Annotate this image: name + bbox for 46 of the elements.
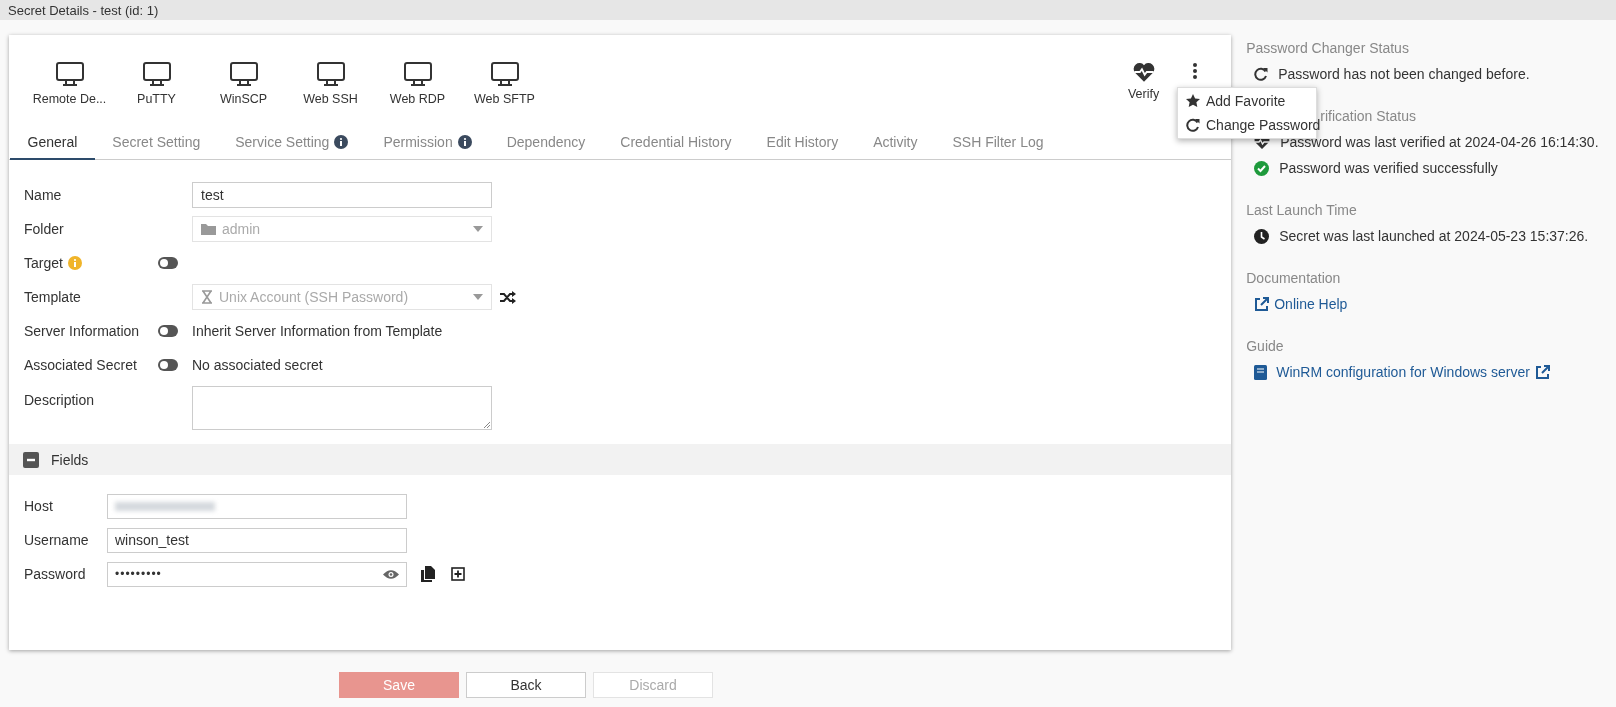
tab[interactable]: Edit History [749, 127, 856, 160]
toggle-description: Inherit Server Information from Template [192, 323, 443, 339]
section-title: Fields [51, 451, 89, 468]
launcher-button[interactable]: Web SFTP [461, 61, 548, 107]
field-label: Description [24, 392, 95, 408]
menu-item[interactable]: Add Favorite [1178, 89, 1316, 113]
field-label: Target [24, 255, 63, 271]
tab[interactable]: Dependency [489, 127, 603, 160]
field-label: Username [24, 532, 90, 548]
tab[interactable]: Credential History [602, 127, 750, 160]
status-text: Password was verified successfully [1279, 160, 1498, 176]
sidebar-heading: Password Changer Status [1246, 40, 1410, 56]
sidebar-heading: Documentation [1246, 270, 1342, 286]
field-label: Name [24, 187, 62, 203]
status-text: Password was last verified at 2024-04-26 16:14:30. [1280, 134, 1599, 150]
field-label: Password [24, 566, 87, 582]
toggle-description: No associated secret [192, 357, 323, 373]
input-field[interactable]: winson_test [107, 527, 407, 553]
tab[interactable]: SSH Filter Log [935, 127, 1062, 160]
status-text: Secret was last launched at 2024-05-23 15:37:26. [1279, 228, 1589, 244]
sidebar-heading: Last Launch Time [1246, 202, 1358, 218]
launcher-button[interactable]: Web SSH [287, 61, 374, 107]
launcher-button[interactable]: Web RDP [374, 61, 461, 107]
name-field[interactable]: test [192, 182, 492, 208]
online-help-link[interactable]: Online Help [1254, 296, 1348, 312]
field-label: Folder [24, 221, 64, 237]
guide-link[interactable]: WinRM configuration for Windows server [1254, 364, 1550, 380]
field-label: Host [24, 498, 54, 514]
launcher-button[interactable]: WinSCP [200, 61, 287, 107]
tab[interactable]: Secret Setting [94, 127, 218, 160]
tab[interactable]: General [10, 127, 95, 160]
window-title: Secret Details - test (id: 1) [8, 2, 159, 18]
sidebar-heading: Guide [1246, 338, 1285, 354]
password-field[interactable]: ••••••••• [107, 561, 407, 587]
sidebar-heading: rification Status [1319, 108, 1417, 124]
field-label: Template [24, 289, 81, 305]
field-label: Associated Secret [24, 357, 137, 373]
tab[interactable]: Permission [365, 127, 490, 160]
verify-button[interactable]: Verify [1127, 61, 1160, 109]
action-button[interactable]: Back [466, 672, 586, 698]
tab[interactable]: Activity [855, 127, 935, 160]
tab[interactable]: Service Setting [217, 127, 366, 160]
launcher-button[interactable]: Remote De... [26, 61, 113, 107]
launcher-button[interactable]: PuTTY [113, 61, 200, 107]
field-label: Server Information [24, 323, 140, 339]
status-text: Password has not been changed before. [1278, 66, 1530, 82]
